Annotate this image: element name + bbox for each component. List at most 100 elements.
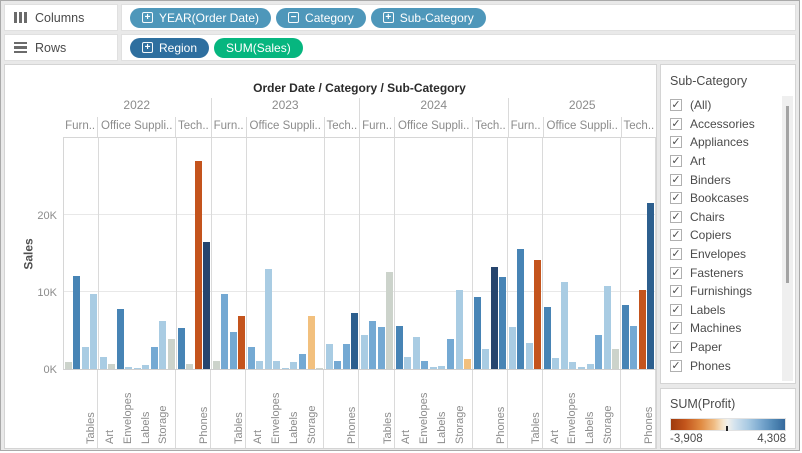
bar-storage-2024[interactable] xyxy=(456,290,463,369)
profit-color-gradient[interactable] xyxy=(670,418,786,431)
filter-item-label[interactable]: (All) xyxy=(690,98,711,112)
bar-binders-2023[interactable] xyxy=(265,269,272,369)
year-header-2023[interactable]: 2023 xyxy=(211,98,360,117)
bar-storage-2025[interactable] xyxy=(604,286,611,369)
x-axis-label-labels[interactable]: Labels xyxy=(288,374,300,444)
filter-item-fasteners[interactable]: ✓Fasteners xyxy=(670,263,795,282)
bar-appliances-2023[interactable] xyxy=(248,347,255,369)
category-header-furniture[interactable]: Furn.. xyxy=(211,117,246,137)
filter-item-label[interactable]: Art xyxy=(690,154,705,168)
filter-item-label[interactable]: Appliances xyxy=(690,135,749,149)
x-axis-label-phones[interactable]: Phones xyxy=(198,374,210,444)
bar-furnishings-2024[interactable] xyxy=(378,327,385,369)
checkbox-icon[interactable]: ✓ xyxy=(670,248,682,260)
bar-chairs-2024[interactable] xyxy=(369,321,376,370)
category-header-office-supplies[interactable]: Office Suppli.. xyxy=(543,117,621,137)
category-header-technology[interactable]: Tech.. xyxy=(175,117,210,137)
pill-sum-sales-[interactable]: SUM(Sales) xyxy=(214,38,303,58)
bar-tables-2023[interactable] xyxy=(238,316,245,369)
bar-furnishings-2025[interactable] xyxy=(526,343,533,369)
x-axis-label-tables[interactable]: Tables xyxy=(85,374,97,444)
filter-item-label[interactable]: Copiers xyxy=(690,228,731,242)
x-axis-label-storage[interactable]: Storage xyxy=(602,374,614,444)
bar-paper-2022[interactable] xyxy=(151,347,158,369)
filter-item-label[interactable]: Machines xyxy=(690,321,741,335)
bar-paper-2023[interactable] xyxy=(299,354,306,369)
x-axis-label-tables[interactable]: Tables xyxy=(382,374,394,444)
bar-machines-2024[interactable] xyxy=(491,267,498,369)
bar-fasteners-2025[interactable] xyxy=(578,367,585,369)
x-axis-label-art[interactable]: Art xyxy=(104,374,116,444)
x-axis-label-envelopes[interactable]: Envelopes xyxy=(566,374,578,444)
bar-tables-2022[interactable] xyxy=(90,294,97,369)
bar-copiers-2023[interactable] xyxy=(334,361,341,369)
checkbox-icon[interactable]: ✓ xyxy=(670,99,682,111)
filter-item-phones[interactable]: ✓Phones xyxy=(670,356,795,375)
filter-item-label[interactable]: Furnishings xyxy=(690,284,752,298)
filter-item-furnishings[interactable]: ✓Furnishings xyxy=(670,282,795,301)
bar-phones-2022[interactable] xyxy=(203,242,210,369)
year-header-2025[interactable]: 2025 xyxy=(508,98,657,117)
bar-accessories-2025[interactable] xyxy=(622,305,629,369)
x-axis-label-tables[interactable]: Tables xyxy=(233,374,245,444)
bar-supplies-2024[interactable] xyxy=(464,359,471,369)
bar-paper-2024[interactable] xyxy=(447,339,454,369)
bar-envelopes-2022[interactable] xyxy=(125,367,132,369)
category-header-office-supplies[interactable]: Office Suppli.. xyxy=(394,117,472,137)
bar-labels-2023[interactable] xyxy=(290,362,297,369)
x-axis-label-labels[interactable]: Labels xyxy=(584,374,596,444)
bar-appliances-2025[interactable] xyxy=(544,307,551,369)
filter-item-partial[interactable] xyxy=(670,375,795,378)
checkbox-icon[interactable]: ✓ xyxy=(670,304,682,316)
bar-fasteners-2023[interactable] xyxy=(282,368,289,369)
bar-machines-2025[interactable] xyxy=(639,290,646,369)
filter-item-label[interactable]: Bookcases xyxy=(690,191,749,205)
bar-furnishings-2022[interactable] xyxy=(82,347,89,369)
filter-scrollbar-track[interactable] xyxy=(782,96,793,381)
bar-supplies-2025[interactable] xyxy=(612,349,619,369)
pill-year-order-date-[interactable]: +YEAR(Order Date) xyxy=(130,8,271,28)
expand-plus-icon[interactable]: + xyxy=(142,42,153,53)
bar-envelopes-2024[interactable] xyxy=(421,361,428,369)
bar-accessories-2023[interactable] xyxy=(326,344,333,369)
bar-envelopes-2023[interactable] xyxy=(273,361,280,369)
bar-binders-2024[interactable] xyxy=(413,337,420,369)
checkbox-icon[interactable]: ✓ xyxy=(670,155,682,167)
bar-supplies-2022[interactable] xyxy=(168,339,175,369)
bar-storage-2023[interactable] xyxy=(308,316,315,369)
bar-supplies-2023[interactable] xyxy=(316,368,323,369)
category-header-furniture[interactable]: Furn.. xyxy=(508,117,543,137)
bar-bookcases-2023[interactable] xyxy=(213,361,220,369)
bar-machines-2022[interactable] xyxy=(195,161,202,369)
filter-item-label[interactable]: Labels xyxy=(690,303,725,317)
bar-envelopes-2025[interactable] xyxy=(569,362,576,369)
filter-item-label[interactable]: Binders xyxy=(690,173,731,187)
x-axis-label-labels[interactable]: Labels xyxy=(436,374,448,444)
collapse-minus-icon[interactable]: − xyxy=(288,12,299,23)
bar-art-2024[interactable] xyxy=(404,357,411,369)
filter-item-paper[interactable]: ✓Paper xyxy=(670,338,795,357)
pill-region[interactable]: +Region xyxy=(130,38,209,58)
bar-paper-2025[interactable] xyxy=(595,335,602,369)
filter-item-label[interactable]: Fasteners xyxy=(690,266,743,280)
year-header-2024[interactable]: 2024 xyxy=(359,98,508,117)
bar-art-2022[interactable] xyxy=(108,364,115,369)
bar-copiers-2024[interactable] xyxy=(482,349,489,369)
filter-item-label[interactable]: Chairs xyxy=(690,210,725,224)
x-axis-label-art[interactable]: Art xyxy=(549,374,561,444)
bar-labels-2022[interactable] xyxy=(142,365,149,369)
checkbox-icon[interactable]: ✓ xyxy=(670,229,682,241)
bar-copiers-2022[interactable] xyxy=(186,364,193,369)
x-axis-label-phones[interactable]: Phones xyxy=(643,374,655,444)
category-header-furniture[interactable]: Furn.. xyxy=(359,117,394,137)
filter-item-label[interactable]: Envelopes xyxy=(690,247,746,261)
bar-storage-2022[interactable] xyxy=(159,321,166,370)
bar-art-2025[interactable] xyxy=(552,358,559,369)
checkbox-icon[interactable]: ✓ xyxy=(670,211,682,223)
bar-appliances-2022[interactable] xyxy=(100,357,107,369)
checkbox-icon[interactable]: ✓ xyxy=(670,322,682,334)
filter-item-labels[interactable]: ✓ Labels xyxy=(670,301,795,320)
filter-item-bookcases[interactable]: ✓Bookcases xyxy=(670,189,795,208)
x-axis-label-phones[interactable]: Phones xyxy=(495,374,507,444)
bar-copiers-2025[interactable] xyxy=(630,326,637,369)
